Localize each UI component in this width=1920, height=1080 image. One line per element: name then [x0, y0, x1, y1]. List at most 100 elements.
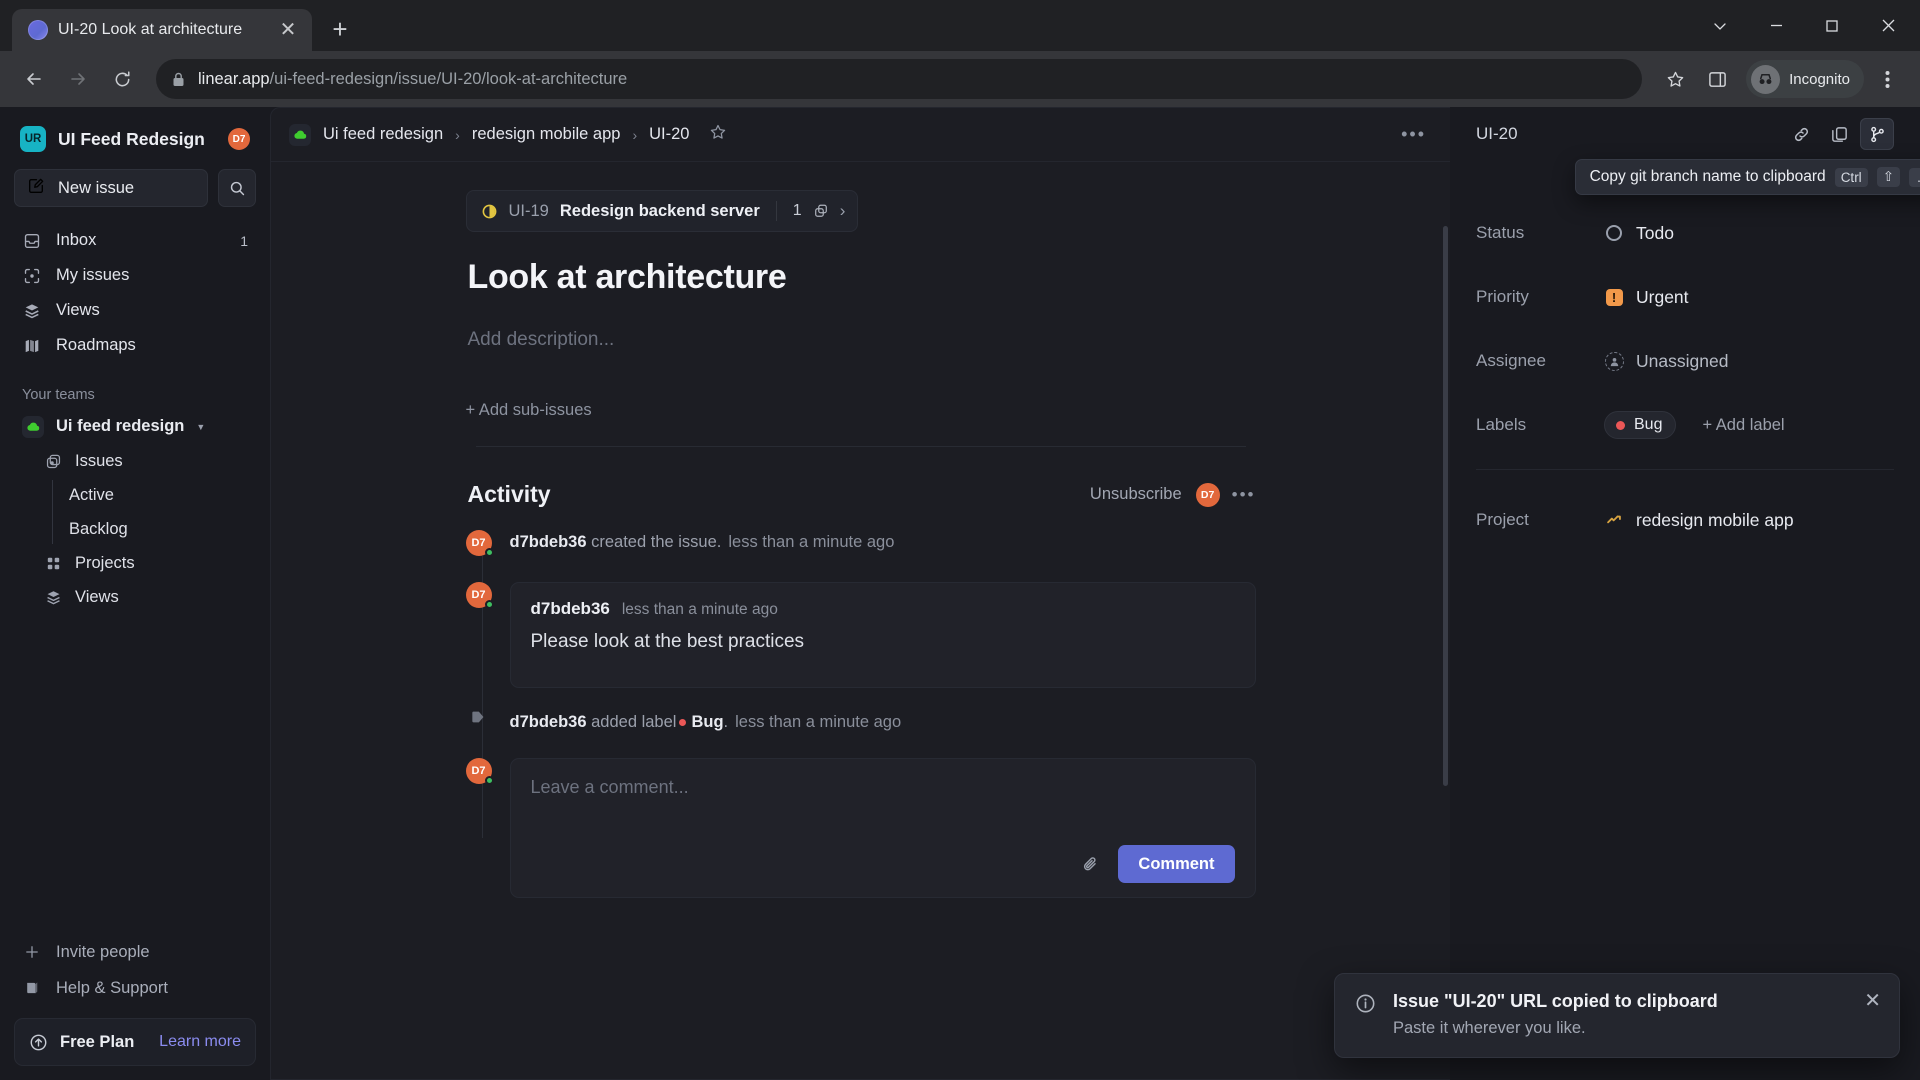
- breadcrumb-project[interactable]: redesign mobile app: [472, 125, 621, 144]
- comment-submit-button[interactable]: Comment: [1118, 845, 1235, 883]
- priority-selector[interactable]: ! Urgent: [1604, 287, 1689, 308]
- copy-git-branch-icon[interactable]: [1860, 118, 1894, 150]
- comment-timestamp: less than a minute ago: [621, 601, 778, 618]
- tab-strip: UI-20 Look at architecture ✕ +: [0, 0, 1692, 51]
- sidebar-item-projects[interactable]: Projects: [14, 546, 256, 580]
- sidebar-item-roadmaps[interactable]: Roadmaps: [14, 328, 256, 363]
- online-indicator: [484, 600, 494, 609]
- maximize-icon[interactable]: [1804, 4, 1860, 48]
- layers-icon: [22, 301, 42, 321]
- unsubscribe-button[interactable]: Unsubscribe: [1090, 485, 1182, 504]
- plan-card[interactable]: Free Plan Learn more: [14, 1018, 256, 1066]
- profile-label: Incognito: [1789, 70, 1850, 88]
- star-icon[interactable]: [1656, 60, 1694, 98]
- comment-input-box[interactable]: Leave a comment... Comment: [509, 758, 1256, 898]
- chevron-down-icon[interactable]: ▼: [196, 422, 205, 432]
- tooltip: Copy git branch name to clipboard Ctrl ⇧…: [1574, 159, 1920, 195]
- new-issue-label: New issue: [58, 178, 135, 197]
- sidebar-item-label: Views: [56, 301, 100, 319]
- breadcrumb-issue[interactable]: UI-20: [649, 125, 689, 144]
- activity-timestamp: less than a minute ago: [735, 713, 902, 731]
- comment-input-placeholder: Leave a comment...: [530, 777, 689, 797]
- invite-people-label: Invite people: [56, 942, 150, 961]
- sidebar-item-active[interactable]: Active: [53, 478, 256, 512]
- my-issues-icon: [22, 266, 42, 286]
- shortcut-key: Ctrl: [1834, 167, 1868, 187]
- sidebar-team-ui-feed-redesign[interactable]: Ui feed redesign ▼: [14, 409, 256, 444]
- sidebar-item-team-views[interactable]: Views: [14, 580, 256, 614]
- plus-icon: [22, 942, 42, 962]
- label-dot-icon: [679, 719, 687, 727]
- browser-tab[interactable]: UI-20 Look at architecture ✕: [12, 9, 312, 51]
- activity-header: Activity Unsubscribe D7 •••: [468, 481, 1256, 508]
- sidebar-item-inbox[interactable]: Inbox 1: [14, 223, 256, 258]
- divider: [475, 446, 1246, 447]
- shortcut-key: ⇧: [1876, 167, 1900, 187]
- user-circle-icon: [1604, 351, 1624, 371]
- page-title[interactable]: Look at architecture: [468, 258, 1256, 297]
- breadcrumb-team[interactable]: Ui feed redesign: [323, 125, 443, 144]
- parent-issue-chip[interactable]: UI-19 Redesign backend server 1 ›: [465, 190, 859, 232]
- new-issue-button[interactable]: New issue: [14, 169, 208, 207]
- avatar: D7: [465, 530, 494, 557]
- star-icon[interactable]: [709, 123, 727, 146]
- project-icon: [1604, 510, 1624, 530]
- add-sub-issues-button[interactable]: + Add sub-issues: [462, 397, 596, 424]
- invite-people-button[interactable]: Invite people: [14, 934, 256, 970]
- sidebar-item-my-issues[interactable]: My issues: [14, 258, 256, 293]
- paperclip-icon[interactable]: [1081, 855, 1100, 874]
- property-label: Status: [1476, 223, 1525, 242]
- reload-button[interactable]: [102, 59, 142, 99]
- avatar[interactable]: D7: [1195, 482, 1220, 507]
- forward-button[interactable]: [58, 59, 98, 99]
- scrollbar[interactable]: [1443, 226, 1448, 786]
- chevron-down-icon[interactable]: [1692, 4, 1748, 48]
- address-bar[interactable]: linear.app/ui-feed-redesign/issue/UI-20/…: [156, 59, 1643, 99]
- activity-timestamp: less than a minute ago: [728, 533, 895, 551]
- more-horizontal-icon[interactable]: •••: [1401, 124, 1432, 145]
- description-placeholder[interactable]: Add description...: [468, 329, 1256, 351]
- chevron-right-icon[interactable]: ›: [840, 201, 846, 221]
- info-icon: [1355, 991, 1377, 1038]
- more-horizontal-icon[interactable]: •••: [1232, 485, 1256, 505]
- url-path: /ui-feed-redesign/issue/UI-20/look-at-ar…: [269, 69, 628, 88]
- issues-subnav: Active Backlog: [14, 478, 256, 546]
- window-controls: [1692, 0, 1920, 51]
- search-button[interactable]: [218, 169, 256, 207]
- side-panel-icon[interactable]: [1698, 60, 1736, 98]
- help-support-button[interactable]: Help & Support: [14, 970, 256, 1006]
- close-icon[interactable]: ✕: [276, 18, 300, 42]
- comment-card[interactable]: d7bdeb36 less than a minute ago Please l…: [509, 582, 1256, 688]
- minimize-icon[interactable]: [1748, 4, 1804, 48]
- learn-more-link[interactable]: Learn more: [159, 1033, 241, 1051]
- divider: [775, 201, 777, 221]
- close-icon[interactable]: [1860, 4, 1916, 48]
- sidebar-item-backlog[interactable]: Backlog: [53, 512, 256, 546]
- property-label: Project: [1476, 510, 1529, 529]
- add-label-button[interactable]: + Add label: [1702, 416, 1784, 435]
- sidebar-item-views[interactable]: Views: [14, 293, 256, 328]
- project-selector[interactable]: redesign mobile app: [1604, 510, 1794, 531]
- layers-icon: [44, 588, 62, 606]
- sidebar-item-issues[interactable]: Issues: [14, 444, 256, 478]
- status-badge[interactable]: Bug: [1604, 411, 1677, 439]
- chrome-menu-icon[interactable]: [1868, 60, 1906, 98]
- activity-event-text: d7bdeb36 added label Bug. less than a minu…: [510, 710, 902, 732]
- property-assignee: Assignee Unassigned: [1476, 329, 1894, 393]
- activity-user: d7bdeb36: [509, 533, 587, 551]
- status-selector[interactable]: Todo: [1604, 223, 1674, 244]
- property-label: Labels: [1476, 415, 1527, 434]
- copy-issue-icon[interactable]: [1822, 118, 1856, 150]
- copy-link-icon[interactable]: [1784, 118, 1818, 150]
- assignee-selector[interactable]: Unassigned: [1604, 351, 1728, 372]
- workspace-switcher[interactable]: UR UI Feed Redesign D7: [14, 117, 256, 161]
- avatar[interactable]: D7: [228, 128, 250, 150]
- sidebar-top-actions: New issue: [14, 169, 256, 207]
- status-value: Todo: [1636, 222, 1674, 243]
- new-tab-button[interactable]: +: [320, 9, 360, 49]
- close-icon[interactable]: ✕: [1854, 991, 1881, 1038]
- incognito-profile-button[interactable]: Incognito: [1746, 60, 1864, 98]
- back-button[interactable]: [14, 59, 54, 99]
- green-cloud-icon: [289, 123, 311, 146]
- activity-action: created the issue.: [591, 533, 722, 551]
